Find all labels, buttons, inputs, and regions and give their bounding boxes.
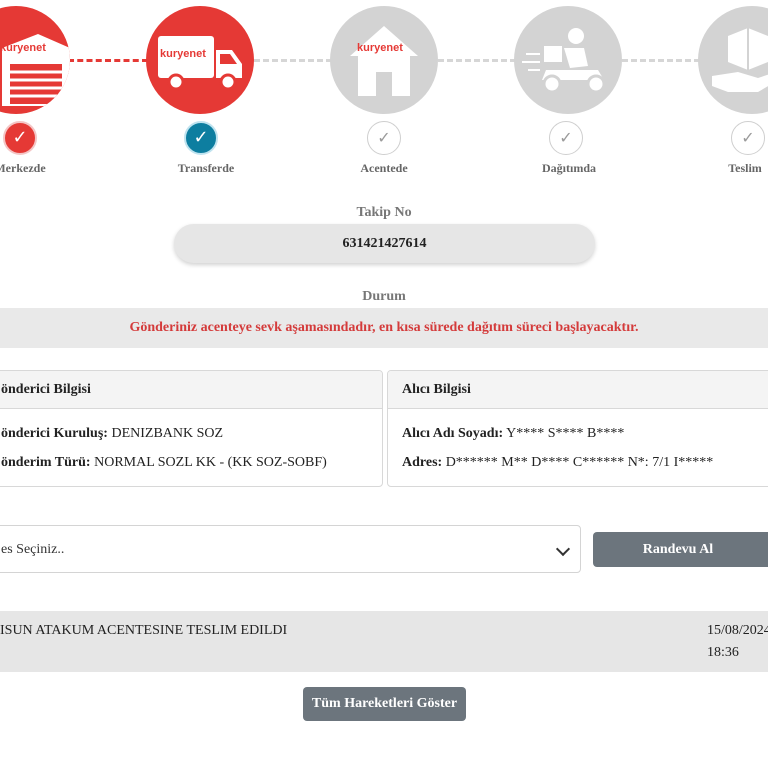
status-message: Gönderiniz acenteye sevk aşamasındadır, … <box>0 308 768 348</box>
sender-organization-label: önderici Kuruluş: <box>1 426 108 441</box>
takip-no-label: Takip No <box>356 205 412 220</box>
step-check-merkezde: ✓ <box>3 121 37 155</box>
receiver-name-row: Alıcı Adı Soyadı: Y**** S**** B**** <box>402 426 624 442</box>
progress-connector-3 <box>438 59 516 62</box>
receiver-address-value: D****** M** D**** C****** N*: 7/1 I***** <box>442 455 714 470</box>
brand-logo: kuryenet <box>0 42 46 54</box>
movement-row: ISUN ATAKUM ACENTESINE TESLIM EDILDI 15/… <box>0 611 768 672</box>
step-check-acentede: ✓ <box>367 121 401 155</box>
courier-scooter-icon <box>514 6 622 114</box>
chevron-down-icon <box>555 541 571 557</box>
progress-connector-2 <box>254 59 332 62</box>
brand-logo: kuryenet <box>357 42 403 54</box>
brand-logo: kuryenet <box>160 48 206 60</box>
step-label-transferde: Transferde <box>177 161 235 175</box>
step-label-merkezde: Merkezde <box>0 161 46 175</box>
receiver-card-title: Alıcı Bilgisi <box>388 371 768 409</box>
step-label-teslim: Teslim <box>728 161 762 175</box>
progress-connector-1 <box>68 59 148 62</box>
step-label-acentede: Acentede <box>360 161 408 175</box>
movement-description: ISUN ATAKUM ACENTESINE TESLIM EDILDI <box>0 623 288 638</box>
warehouse-icon: kuryenet <box>0 6 70 114</box>
receiver-name-label: Alıcı Adı Soyadı: <box>402 426 504 441</box>
movement-date: 15/08/2024 <box>707 623 768 638</box>
sender-organization-value: DENIZBANK SOZ <box>107 426 224 441</box>
shipment-progress-tracker: kuryenet kuryenet kuryenet ✓ ✓ ✓ ✓ ✓ Mer… <box>0 0 768 190</box>
show-all-movements-button[interactable]: Tüm Hareketleri Göster <box>303 687 466 721</box>
shipment-type-value: NORMAL SOZL KK - (KK SOZ-SOBF) <box>90 455 327 470</box>
appointment-select[interactable]: es Seçiniz.. <box>0 525 581 573</box>
sender-card-title: önderici Bilgisi <box>0 371 382 409</box>
durum-label: Durum <box>362 289 406 304</box>
receiver-address-row: Adres: D****** M** D**** C****** N*: 7/1… <box>402 455 713 471</box>
step-check-transferde: ✓ <box>184 121 218 155</box>
receiver-address-label: Adres: <box>402 455 443 470</box>
shipment-type-label: önderim Türü: <box>1 455 91 470</box>
sender-organization-row: önderici Kuruluş: DENIZBANK SOZ <box>1 426 223 442</box>
movement-time: 18:36 <box>707 645 739 660</box>
tracking-number-field: 631421427614 <box>174 224 595 263</box>
randevu-al-button[interactable]: Randevu Al <box>593 532 768 567</box>
sender-info-card: önderici Bilgisi önderici Kuruluş: DENIZ… <box>0 370 383 487</box>
step-check-teslim: ✓ <box>731 121 765 155</box>
shipment-type-row: önderim Türü: NORMAL SOZL KK - (KK SOZ-S… <box>1 455 327 471</box>
step-check-dagitimda: ✓ <box>549 121 583 155</box>
progress-connector-4 <box>622 59 700 62</box>
delivered-package-icon <box>698 6 768 114</box>
agency-house-icon: kuryenet <box>330 6 438 114</box>
appointment-select-value: es Seçiniz.. <box>1 542 65 557</box>
truck-icon: kuryenet <box>146 6 254 114</box>
receiver-info-card: Alıcı Bilgisi Alıcı Adı Soyadı: Y**** S*… <box>387 370 768 487</box>
receiver-name-value: Y**** S**** B**** <box>503 426 625 441</box>
step-label-dagitimda: Dağıtımda <box>542 161 596 175</box>
